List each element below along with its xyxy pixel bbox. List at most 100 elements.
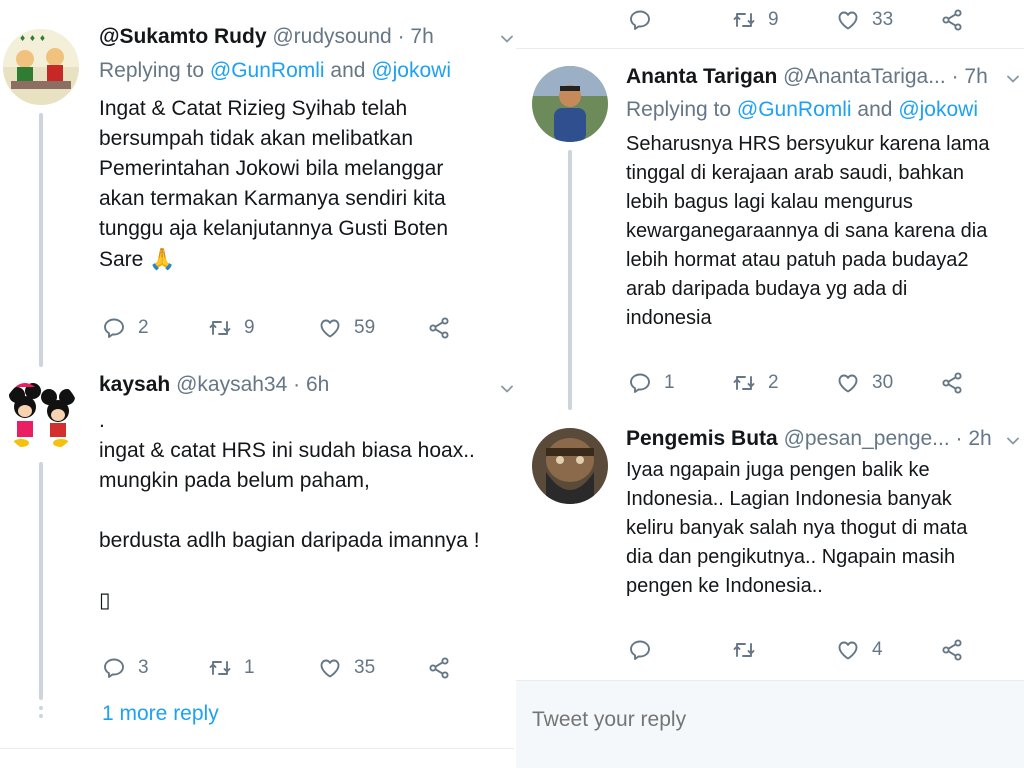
display-name[interactable]: @Sukamto Rudy [99, 25, 267, 48]
separator-dot: · [951, 65, 959, 88]
share-icon [940, 638, 964, 662]
chevron-down-icon[interactable] [500, 32, 514, 46]
like-count: 4 [872, 639, 883, 660]
like-icon [836, 371, 860, 395]
retweet-icon [208, 656, 232, 680]
user-handle[interactable]: @pesan_penge... [784, 427, 950, 450]
share-button[interactable] [940, 369, 976, 397]
thread-line [568, 150, 572, 410]
tweet-header: Pengemis Buta @pesan_penge... · 2h [626, 426, 992, 452]
tweet-header: kaysah @kaysah34 · 6h [99, 372, 329, 398]
reply-count: 2 [138, 317, 149, 338]
reply-icon [628, 638, 652, 662]
share-button[interactable] [940, 636, 976, 664]
like-icon [836, 638, 860, 662]
share-icon [940, 8, 964, 32]
reply-button[interactable]: 2 [102, 314, 149, 342]
replying-to-label: Replying to [99, 59, 210, 82]
display-name[interactable]: Pengemis Buta [626, 427, 778, 450]
replying-to-and: and [324, 59, 372, 82]
display-name[interactable]: Ananta Tarigan [626, 65, 777, 88]
reply-icon [102, 656, 126, 680]
retweet-count: 1 [244, 657, 255, 678]
left-reply-thread: ♦ ♦ ♦ ♦ @Sukamto Rudy @rudysound · 7h Re… [0, 0, 515, 768]
more-reply-link[interactable]: 1 more reply [102, 702, 219, 726]
avatar[interactable] [3, 377, 79, 453]
mention-link[interactable]: @jokowi [898, 98, 978, 121]
like-button[interactable]: 35 [318, 654, 375, 682]
share-icon [427, 656, 451, 680]
share-button[interactable] [427, 654, 463, 682]
thread-line [39, 462, 43, 700]
share-icon [940, 371, 964, 395]
retweet-button[interactable]: 9 [732, 6, 779, 34]
separator-dot: · [293, 373, 301, 396]
like-button[interactable]: 33 [836, 6, 893, 34]
svg-text:♦ ♦ ♦ ♦: ♦ ♦ ♦ ♦ [9, 34, 46, 43]
divider [516, 48, 1024, 49]
user-handle[interactable]: @AnantaTariga... [783, 65, 946, 88]
reply-button[interactable]: 3 [102, 654, 149, 682]
chevron-down-icon[interactable] [500, 382, 514, 396]
reply-button[interactable]: 1 [628, 369, 675, 397]
reply-button[interactable] [628, 6, 664, 34]
reply-icon [628, 8, 652, 32]
reply-count: 3 [138, 657, 149, 678]
avatar[interactable]: ♦ ♦ ♦ ♦ [3, 29, 79, 105]
tweet-reply-input[interactable] [532, 703, 1012, 737]
mention-link[interactable]: @jokowi [371, 59, 451, 82]
like-button[interactable]: 4 [836, 636, 883, 664]
tweet-ananta-tarigan[interactable]: Ananta Tarigan @AnantaTariga... · 7h Rep… [516, 50, 1024, 410]
tweet-actions: 2 9 59 [102, 314, 502, 342]
retweet-icon [732, 371, 756, 395]
tweet-kaysah[interactable]: kaysah @kaysah34 · 6h . ingat & catat HR… [0, 360, 515, 718]
retweet-button[interactable]: 1 [208, 654, 255, 682]
separator-dot: · [397, 25, 405, 48]
timestamp[interactable]: 7h [410, 25, 433, 48]
mention-link[interactable]: @GunRomli [210, 59, 325, 82]
share-button[interactable] [427, 314, 463, 342]
timestamp[interactable]: 6h [306, 373, 329, 396]
display-name[interactable]: kaysah [99, 373, 170, 396]
like-count: 35 [354, 657, 376, 678]
replying-to-and: and [851, 98, 899, 121]
replying-to: Replying to @GunRomli and @jokowi [99, 58, 451, 84]
tweet-actions: 9 33 [628, 6, 1008, 34]
user-handle[interactable]: @kaysah34 [176, 373, 287, 396]
avatar[interactable] [532, 428, 608, 504]
divider [0, 748, 515, 749]
timestamp[interactable]: 2h [968, 427, 991, 450]
reply-button[interactable] [628, 636, 664, 664]
chevron-down-icon[interactable] [1006, 434, 1020, 448]
retweet-button[interactable]: 9 [208, 314, 255, 342]
retweet-button[interactable]: 2 [732, 369, 779, 397]
tweet-sukamto-rudy[interactable]: ♦ ♦ ♦ ♦ @Sukamto Rudy @rudysound · 7h Re… [0, 0, 515, 367]
like-count: 30 [872, 372, 894, 393]
avatar[interactable] [532, 66, 608, 142]
like-button[interactable]: 30 [836, 369, 893, 397]
retweet-count: 2 [768, 372, 779, 393]
replying-to-label: Replying to [626, 98, 737, 121]
tweet-actions: 1 2 30 [628, 369, 1008, 397]
like-button[interactable]: 59 [318, 314, 375, 342]
like-icon [836, 8, 860, 32]
retweet-count: 9 [768, 9, 779, 30]
timestamp[interactable]: 7h [964, 65, 987, 88]
tweet-actions: 3 1 35 [102, 654, 502, 682]
more-replies-dots [39, 706, 43, 722]
retweet-button[interactable] [732, 636, 768, 664]
user-handle[interactable]: @rudysound [272, 25, 391, 48]
tweet-text: Seharusnya HRS bersyukur karena lama tin… [626, 133, 990, 329]
like-count: 59 [354, 317, 376, 338]
tweet-actions: 4 [628, 636, 1008, 664]
retweet-icon [208, 316, 232, 340]
share-button[interactable] [940, 6, 976, 34]
separator-dot: · [955, 427, 963, 450]
like-count: 33 [872, 9, 894, 30]
chevron-down-icon[interactable] [1006, 72, 1020, 86]
mention-link[interactable]: @GunRomli [737, 98, 852, 121]
tweet-pengemis-buta[interactable]: Pengemis Buta @pesan_penge... · 2h Iyaa … [516, 410, 1024, 670]
retweet-icon [732, 638, 756, 662]
like-icon [318, 316, 342, 340]
reply-count: 1 [664, 372, 675, 393]
